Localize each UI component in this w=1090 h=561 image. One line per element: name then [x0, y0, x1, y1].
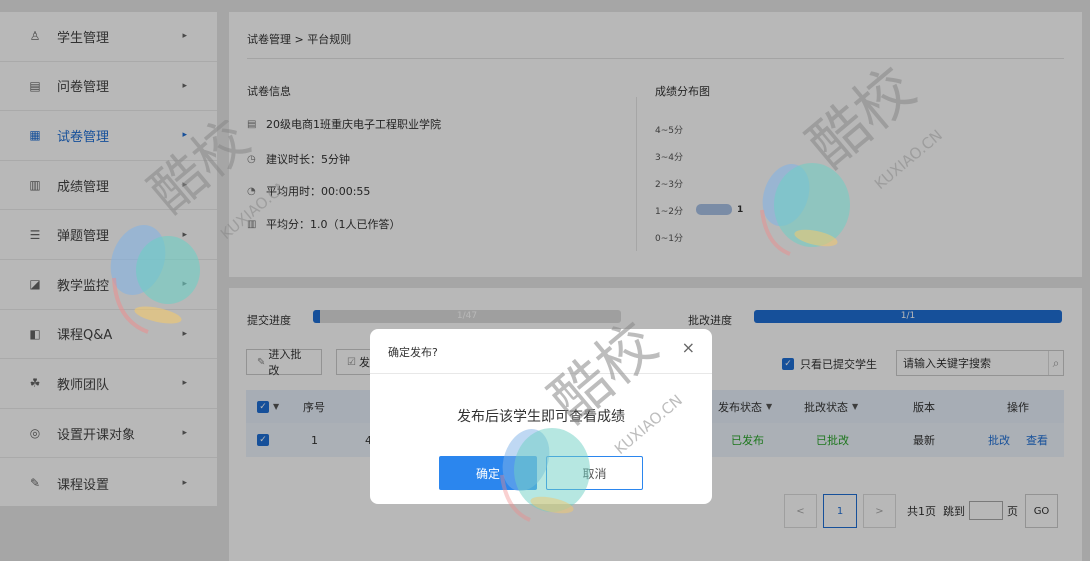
dialog-title: 确定发布? [388, 346, 438, 359]
confirm-publish-dialog: 确定发布? × 发布后该学生即可查看成绩 确定 取消 [370, 329, 712, 504]
dialog-divider [370, 373, 712, 374]
close-icon[interactable]: × [682, 340, 695, 356]
dialog-message: 发布后该学生即可查看成绩 [457, 409, 625, 425]
cancel-button[interactable]: 取消 [546, 456, 643, 490]
confirm-button[interactable]: 确定 [439, 456, 537, 490]
